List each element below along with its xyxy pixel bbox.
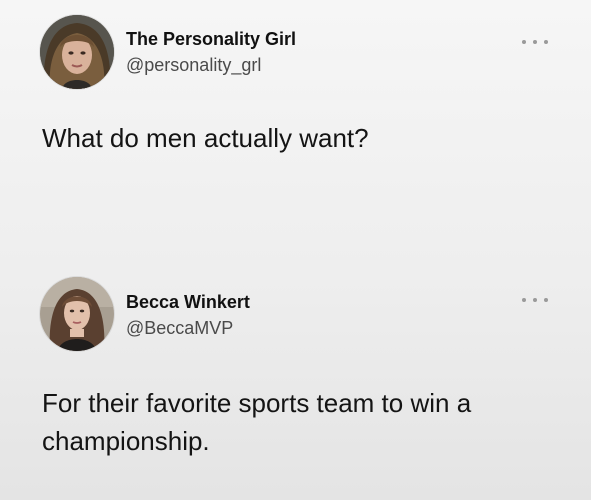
avatar-image — [40, 277, 114, 351]
tweet-text: For their favorite sports team to win a … — [42, 388, 472, 456]
handle[interactable]: @BeccaMVP — [126, 318, 233, 339]
tweet[interactable]: The Personality Girl @personality_grl Wh… — [0, 0, 591, 255]
dot — [522, 298, 526, 302]
display-name[interactable]: The Personality Girl — [126, 29, 296, 50]
avatar[interactable] — [40, 15, 114, 89]
tweet[interactable]: Becca Winkert @BeccaMVP For their favori… — [0, 255, 591, 500]
more-horizontal-icon[interactable] — [522, 294, 548, 306]
dot — [533, 298, 537, 302]
tweet-text: What do men actually want? — [42, 123, 369, 153]
dot — [522, 40, 526, 44]
dot — [533, 40, 537, 44]
avatar[interactable] — [40, 277, 114, 351]
dot — [544, 298, 548, 302]
handle[interactable]: @personality_grl — [126, 55, 261, 76]
dot — [544, 40, 548, 44]
more-horizontal-icon[interactable] — [522, 36, 548, 48]
display-name[interactable]: Becca Winkert — [126, 292, 250, 313]
avatar-image — [40, 15, 114, 89]
